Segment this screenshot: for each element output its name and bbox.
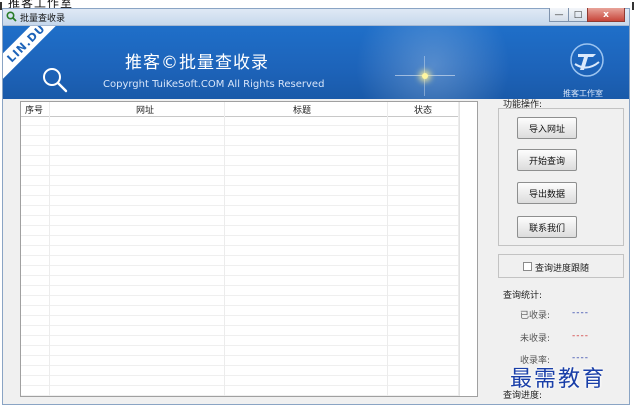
indexed-value: ---- <box>572 308 589 318</box>
track-progress-checkbox[interactable] <box>523 262 532 271</box>
minimize-button[interactable]: — <box>549 8 569 22</box>
window-controls: — □ x <box>549 8 625 22</box>
column-header-status[interactable]: 状态 <box>414 103 432 116</box>
column-divider <box>224 102 225 396</box>
start-query-button[interactable]: 开始查询 <box>517 149 577 171</box>
banner-glow <box>333 26 533 99</box>
not-indexed-value: ---- <box>572 331 589 341</box>
table-body <box>21 116 477 396</box>
column-header-url[interactable]: 网址 <box>136 103 154 116</box>
banner-copyright: Copyrght TuiKeSoft.COM All Rights Reserv… <box>103 79 325 90</box>
results-table[interactable]: 序号 网址 标题 状态 <box>20 101 478 397</box>
sparkle-star <box>422 73 428 79</box>
track-progress-label[interactable]: 查询进度跟随 <box>535 261 589 274</box>
title-bar[interactable]: 批量查收录 — □ x <box>3 8 629 26</box>
stats-label: 查询统计: <box>503 291 543 301</box>
search-icon <box>6 11 17 22</box>
column-header-index[interactable]: 序号 <box>25 103 43 116</box>
table-header: 序号 网址 标题 状态 <box>21 102 477 117</box>
indexed-label: 已收录: <box>520 311 551 321</box>
import-urls-button[interactable]: 导入网址 <box>517 117 577 139</box>
export-data-button[interactable]: 导出数据 <box>517 182 577 204</box>
column-header-title[interactable]: 标题 <box>293 103 311 116</box>
search-icon <box>43 68 68 93</box>
close-button[interactable]: x <box>587 8 625 22</box>
maximize-button[interactable]: □ <box>568 8 588 22</box>
column-divider <box>49 102 50 396</box>
not-indexed-label: 未收录: <box>520 334 551 344</box>
studio-name: 推客工作室 <box>563 89 603 98</box>
watermark-text: 最需教育 <box>510 367 607 392</box>
studio-logo-icon <box>570 43 604 77</box>
header-banner: LIN.DU 推客©批量查收录 Copyrght TuiKeSoft.COM A… <box>3 26 629 99</box>
table-scrollbar[interactable] <box>459 102 477 396</box>
window-title: 批量查收录 <box>20 14 66 24</box>
banner-title: 推客©批量查收录 <box>125 53 269 73</box>
column-divider <box>387 102 388 396</box>
contact-us-button[interactable]: 联系我们 <box>517 216 577 238</box>
